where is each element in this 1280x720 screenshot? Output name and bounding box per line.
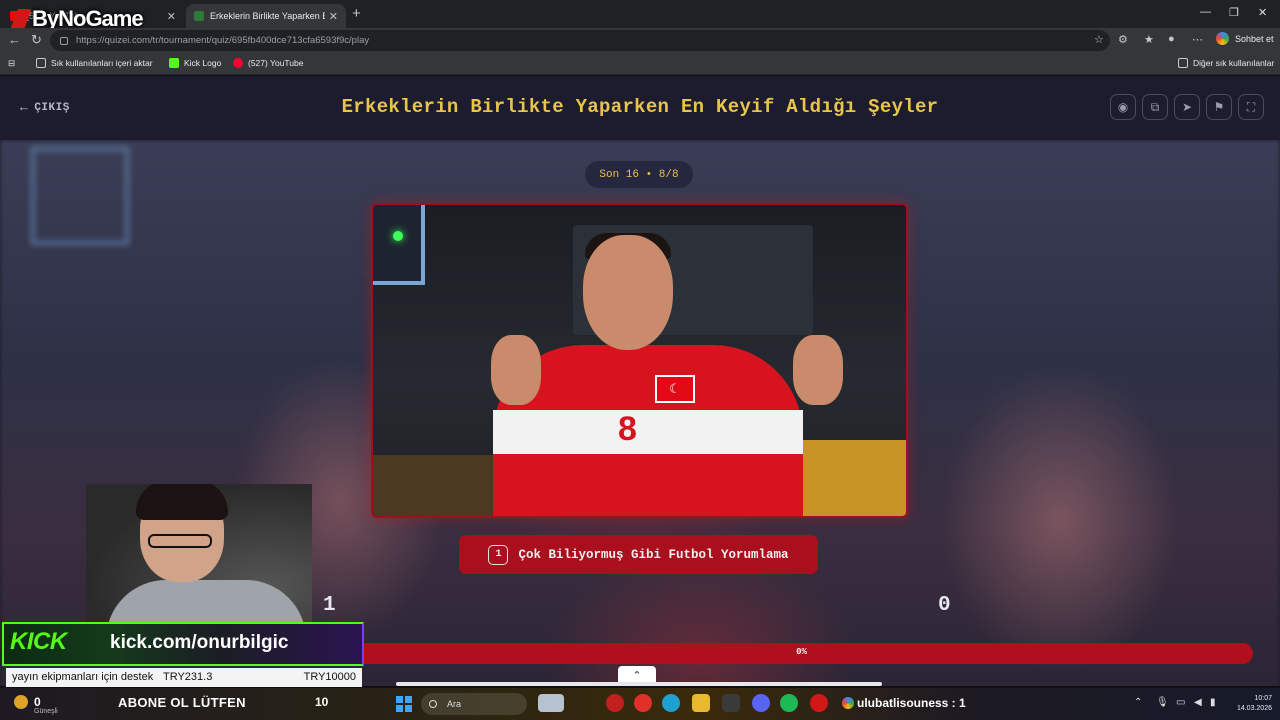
app-opera-icon[interactable] <box>810 694 828 712</box>
donation-amount: TRY231.3 <box>163 671 213 683</box>
weather-condition: Güneşli <box>34 708 58 715</box>
app-discord-icon[interactable] <box>752 694 770 712</box>
bookmark-youtube[interactable]: (527) YouTube <box>233 58 303 68</box>
youtube-icon <box>233 58 243 68</box>
address-bar[interactable]: https://quizei.com/tr/tournament/quiz/69… <box>50 30 1110 51</box>
webcam-feed <box>86 484 312 630</box>
reload-icon[interactable]: ↻ <box>31 32 42 48</box>
score-right: 0 <box>938 594 951 617</box>
horizontal-scrollbar[interactable] <box>396 682 882 686</box>
weather-widget[interactable]: 0 <box>14 695 41 709</box>
choice-button[interactable]: 1 Çok Biliyormuş Gibi Futbol Yorumlama <box>459 535 818 574</box>
sun-icon <box>14 695 28 709</box>
kick-logo: KICK <box>10 628 67 655</box>
close-icon[interactable]: ✕ <box>167 10 176 23</box>
close-icon[interactable]: ✕ <box>329 10 338 23</box>
favorite-star-icon[interactable]: ☆ <box>1094 33 1104 46</box>
bookmark-kick[interactable]: Kick Logo <box>169 58 221 68</box>
page-header: ← ÇIKIŞ Erkeklerin Birlikte Yaparken En … <box>0 76 1280 140</box>
back-icon[interactable]: ← <box>8 32 21 47</box>
bookmarks-bar: ⊟ Sık kullanılanları içeri aktar Kick Lo… <box>0 53 1280 75</box>
chevron-up-tray-icon[interactable]: ⌃ <box>1134 697 1142 708</box>
browser-tab-bar: (527) YouTube ✕ Erkeklerin Birlikte Yapa… <box>0 0 1280 31</box>
new-tab-button[interactable]: + <box>352 5 361 22</box>
taskbar-search[interactable]: Ara <box>421 693 527 715</box>
temperature: 0 <box>34 695 41 709</box>
sidebar-toggle-icon[interactable]: ⊟ <box>8 58 15 69</box>
tab-title: Erkeklerin Birlikte Yaparken En Keyif <box>210 11 325 21</box>
bookmark-import[interactable]: Sık kullanılanları içeri aktar <box>36 58 153 68</box>
background-decor <box>30 146 130 246</box>
other-bookmarks[interactable]: Diğer sık kullanılanlar <box>1178 58 1274 68</box>
import-icon <box>36 58 46 68</box>
search-label: Ara <box>447 699 462 709</box>
kick-banner: KICK kick.com/onurbilgic <box>2 622 364 666</box>
start-button[interactable] <box>396 696 412 712</box>
folder-icon <box>1178 58 1188 68</box>
app-store-icon[interactable] <box>722 694 740 712</box>
minimize-icon[interactable]: — <box>1200 6 1211 18</box>
copilot-label: Sohbet et <box>1235 33 1274 44</box>
battery-icon[interactable]: ▮ <box>1210 697 1216 708</box>
choice-image: ☾ 8 <box>373 205 906 516</box>
clock-time: 10:07 <box>1254 695 1272 702</box>
app-explorer-icon[interactable] <box>692 694 710 712</box>
system-clock[interactable]: 10:07 14.03.2026 <box>1228 694 1272 714</box>
copilot-chat-button[interactable]: Sohbet et <box>1216 32 1274 45</box>
copilot-icon <box>1216 32 1229 45</box>
choice-label: Çok Biliyormuş Gibi Futbol Yorumlama <box>518 547 789 562</box>
chat-user-text: ulubatlisouness : 1 <box>857 696 966 710</box>
bookmark-label: Sık kullanılanları içeri aktar <box>51 58 153 68</box>
favorites-icon[interactable]: ★ <box>1144 33 1154 46</box>
clock-date: 14.03.2026 <box>1236 705 1272 712</box>
page-title: Erkeklerin Birlikte Yaparken En Keyif Al… <box>341 96 939 118</box>
subscribe-overlay: ABONE OL LÜTFEN <box>118 695 246 710</box>
search-icon <box>429 700 437 708</box>
jersey-number: 8 <box>618 410 637 448</box>
choice-media[interactable]: ☾ 8 <box>371 203 908 518</box>
extensions-icon[interactable]: ⚙ <box>1118 33 1128 46</box>
score-left: 1 <box>323 594 336 617</box>
microphone-icon[interactable]: 🎙 <box>1156 697 1169 708</box>
donation-text: yayın ekipmanları için destek <box>12 671 154 683</box>
chat-overlay-user: ulubatlisouness : 1 <box>842 696 966 710</box>
vote-progress-bar: 0% <box>350 643 1253 664</box>
volume-icon[interactable]: ◀ <box>1194 697 1202 708</box>
url-text: https://quizei.com/tr/tournament/quiz/69… <box>76 35 370 46</box>
kick-channel-url: kick.com/onurbilgic <box>110 632 289 653</box>
app-opera-gx-icon[interactable] <box>606 694 624 712</box>
bookmark-label: Diğer sık kullanılanlar <box>1193 58 1275 68</box>
eye-icon[interactable]: ◉ <box>1110 94 1136 120</box>
site-info-icon[interactable] <box>60 36 68 45</box>
progress-percent: 0% <box>796 647 807 657</box>
app-yandex-icon[interactable] <box>634 694 652 712</box>
app-widgets-icon[interactable] <box>538 694 564 712</box>
app-spotify-icon[interactable] <box>780 694 798 712</box>
header-actions: ◉ ⧉ ➤ ⚑ ⛶ <box>1110 94 1264 120</box>
tab-quiz[interactable]: Erkeklerin Birlikte Yaparken En Keyif ✕ <box>186 4 346 28</box>
bookmark-label: Kick Logo <box>184 58 222 68</box>
send-icon[interactable]: ➤ <box>1174 94 1200 120</box>
quizei-icon <box>194 11 204 21</box>
bookmark-label: (527) YouTube <box>248 58 304 68</box>
fullscreen-icon[interactable]: ⛶ <box>1238 94 1264 120</box>
share-icon[interactable]: ⧉ <box>1142 94 1168 120</box>
windows-taskbar: 0 Güneşli ABONE OL LÜTFEN 10 Ara ulubatl… <box>0 688 1280 720</box>
round-indicator: Son 16 • 8/8 <box>585 161 693 188</box>
kick-icon <box>169 58 179 68</box>
more-icon[interactable]: ⋯ <box>1192 33 1203 46</box>
overlay-counter: 10 <box>315 695 329 709</box>
app-edge-icon[interactable] <box>662 694 680 712</box>
network-icon[interactable]: ▭ <box>1176 697 1185 708</box>
flag-icon[interactable]: ⚑ <box>1206 94 1232 120</box>
profile-avatar[interactable]: ● <box>1168 33 1175 45</box>
donation-goal: TRY10000 <box>303 671 356 683</box>
chrome-icon <box>842 697 854 709</box>
restore-icon[interactable]: ❐ <box>1229 6 1239 19</box>
donation-goal-bar: yayın ekipmanları için destek TRY231.3 T… <box>6 668 362 687</box>
turkey-flag-icon: ☾ <box>655 375 695 403</box>
address-toolbar: ← ↻ https://quizei.com/tr/tournament/qui… <box>0 28 1280 53</box>
choice-key-badge: 1 <box>488 544 509 565</box>
close-window-icon[interactable]: ✕ <box>1258 6 1267 19</box>
